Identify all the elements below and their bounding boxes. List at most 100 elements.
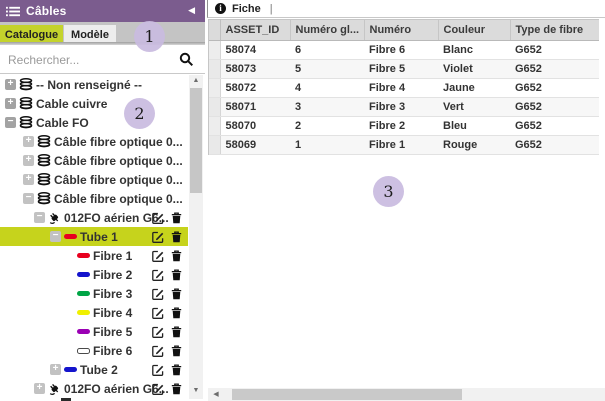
tree-item[interactable]: Fibre 5 [0,322,188,341]
row-selector-cell[interactable] [209,136,220,155]
expand-node-icon[interactable]: + [23,136,34,147]
tree-scrollbar[interactable]: ▲ ▼ [189,75,203,399]
edit-icon[interactable] [152,345,164,357]
tree-item[interactable]: −012FO aérien G6... [0,208,188,227]
catalog-tree: +-- Non renseigné --+Cable cuivre−Cable … [0,75,188,401]
list-icon [6,6,20,17]
dash-icon [64,234,77,239]
tree-item[interactable]: Fibre 3 [0,284,188,303]
table-cell: 58073 [220,60,290,79]
row-selector-cell[interactable] [209,60,220,79]
tree-item[interactable]: Fibre 6 [0,341,188,360]
delete-icon[interactable] [171,250,182,262]
coil-icon [37,154,51,168]
edit-icon[interactable] [152,288,164,300]
horizontal-scrollbar-thumb[interactable] [232,389,462,400]
tree-item[interactable]: +-- Non renseigné -- [0,75,188,94]
item-actions [152,208,182,227]
tab-bar: Catalogue Modèle [0,22,205,45]
delete-icon[interactable] [171,307,182,319]
coil-icon [37,173,51,187]
delete-icon[interactable] [171,269,182,281]
item-actions [152,284,182,303]
table-row[interactable]: 580735Fibre 5VioletG652 [209,60,599,79]
table-row[interactable]: 580713Fibre 3VertG652 [209,98,599,117]
column-header[interactable]: Type de fibre [510,20,599,41]
tree-item-label: Fibre 3 [93,287,132,301]
table-row[interactable]: 580724Fibre 4JauneG652 [209,79,599,98]
delete-icon[interactable] [171,364,182,376]
collapse-node-icon[interactable]: − [23,193,34,204]
edit-icon[interactable] [152,364,164,376]
panel-title: Câbles [26,4,67,18]
edit-icon[interactable] [152,383,164,395]
tree-item[interactable]: +Cable cuivre [0,94,188,113]
tree-item[interactable]: +Câble fibre optique 0... [0,132,188,151]
edit-icon[interactable] [152,326,164,338]
delete-icon[interactable] [171,345,182,357]
expand-node-icon[interactable]: + [50,364,61,375]
collapse-node-icon[interactable]: − [5,117,16,128]
expand-node-icon[interactable]: + [23,174,34,185]
edit-icon[interactable] [152,212,164,224]
tree-item[interactable]: Fibre 1 [0,246,188,265]
horizontal-scrollbar[interactable]: ◀ [208,388,605,401]
tree-scrollbar-thumb[interactable] [190,88,202,193]
table-cell: G652 [510,117,599,136]
tree-item[interactable]: −Tube 1 [0,227,188,246]
tree-item[interactable]: −Câble fibre optique 0... [0,189,188,208]
table-row[interactable]: 580702Fibre 2BleuG652 [209,117,599,136]
table-cell: 2 [290,117,364,136]
tree-item[interactable]: Fibre 4 [0,303,188,322]
collapse-node-icon[interactable]: − [34,212,45,223]
column-header[interactable]: Couleur [438,20,510,41]
column-header[interactable]: ASSET_ID [220,20,290,41]
tree-item[interactable]: + Câble fibre optique 0... [0,170,188,189]
collapse-node-icon[interactable]: − [50,231,61,242]
row-selector-cell[interactable] [209,79,220,98]
edit-icon[interactable] [152,307,164,319]
dash-icon [77,291,90,296]
item-actions [152,341,182,360]
expand-node-icon[interactable]: + [23,155,34,166]
search-input[interactable] [0,53,179,67]
tree-item-label: Fibre 4 [93,306,132,320]
delete-icon[interactable] [171,383,182,395]
expand-node-icon[interactable]: + [5,79,16,90]
scroll-left-icon[interactable]: ◀ [210,388,222,401]
row-selector-cell[interactable] [209,41,220,60]
row-selector-cell[interactable] [209,98,220,117]
tree-item[interactable]: Fibre 2 [0,265,188,284]
delete-icon[interactable] [171,326,182,338]
collapse-panel-icon[interactable]: ◀ [188,5,195,16]
expand-node-icon[interactable]: + [34,383,45,394]
dash-icon [77,272,90,277]
dash-icon [77,253,90,258]
delete-icon[interactable] [171,212,182,224]
search-icon[interactable] [179,52,197,67]
tree-item-label: Câble fibre optique 0... [54,173,183,187]
tree-item[interactable]: +012FO aérien G6... [0,379,188,398]
scroll-up-icon[interactable]: ▲ [189,75,203,87]
row-selector-cell[interactable] [209,117,220,136]
edit-icon[interactable] [152,250,164,262]
fiber-table: ASSET_IDNuméro gl...NuméroCouleurType de… [208,19,599,155]
fiber-table-body: 580746Fibre 6BlancG652580735Fibre 5Viole… [209,41,599,155]
tree-item[interactable]: +Câble fibre optique 0... [0,151,188,170]
edit-icon[interactable] [152,269,164,281]
tree-item[interactable]: +Tube 2 [0,360,188,379]
column-header[interactable]: Numéro [364,20,438,41]
tree-item[interactable]: −Cable FO [0,113,188,132]
item-actions [152,227,182,246]
delete-icon[interactable] [171,231,182,243]
table-cell: 3 [290,98,364,117]
table-row[interactable]: 580746Fibre 6BlancG652 [209,41,599,60]
delete-icon[interactable] [171,288,182,300]
table-row[interactable]: 580691Fibre 1RougeG652 [209,136,599,155]
scroll-down-icon[interactable]: ▼ [189,385,203,397]
fiche-tab-bar[interactable]: i Fiche | [207,0,605,18]
edit-icon[interactable] [152,231,164,243]
column-header[interactable]: Numéro gl... [290,20,364,41]
expand-node-icon[interactable]: + [5,98,16,109]
table-cell: 5 [290,60,364,79]
